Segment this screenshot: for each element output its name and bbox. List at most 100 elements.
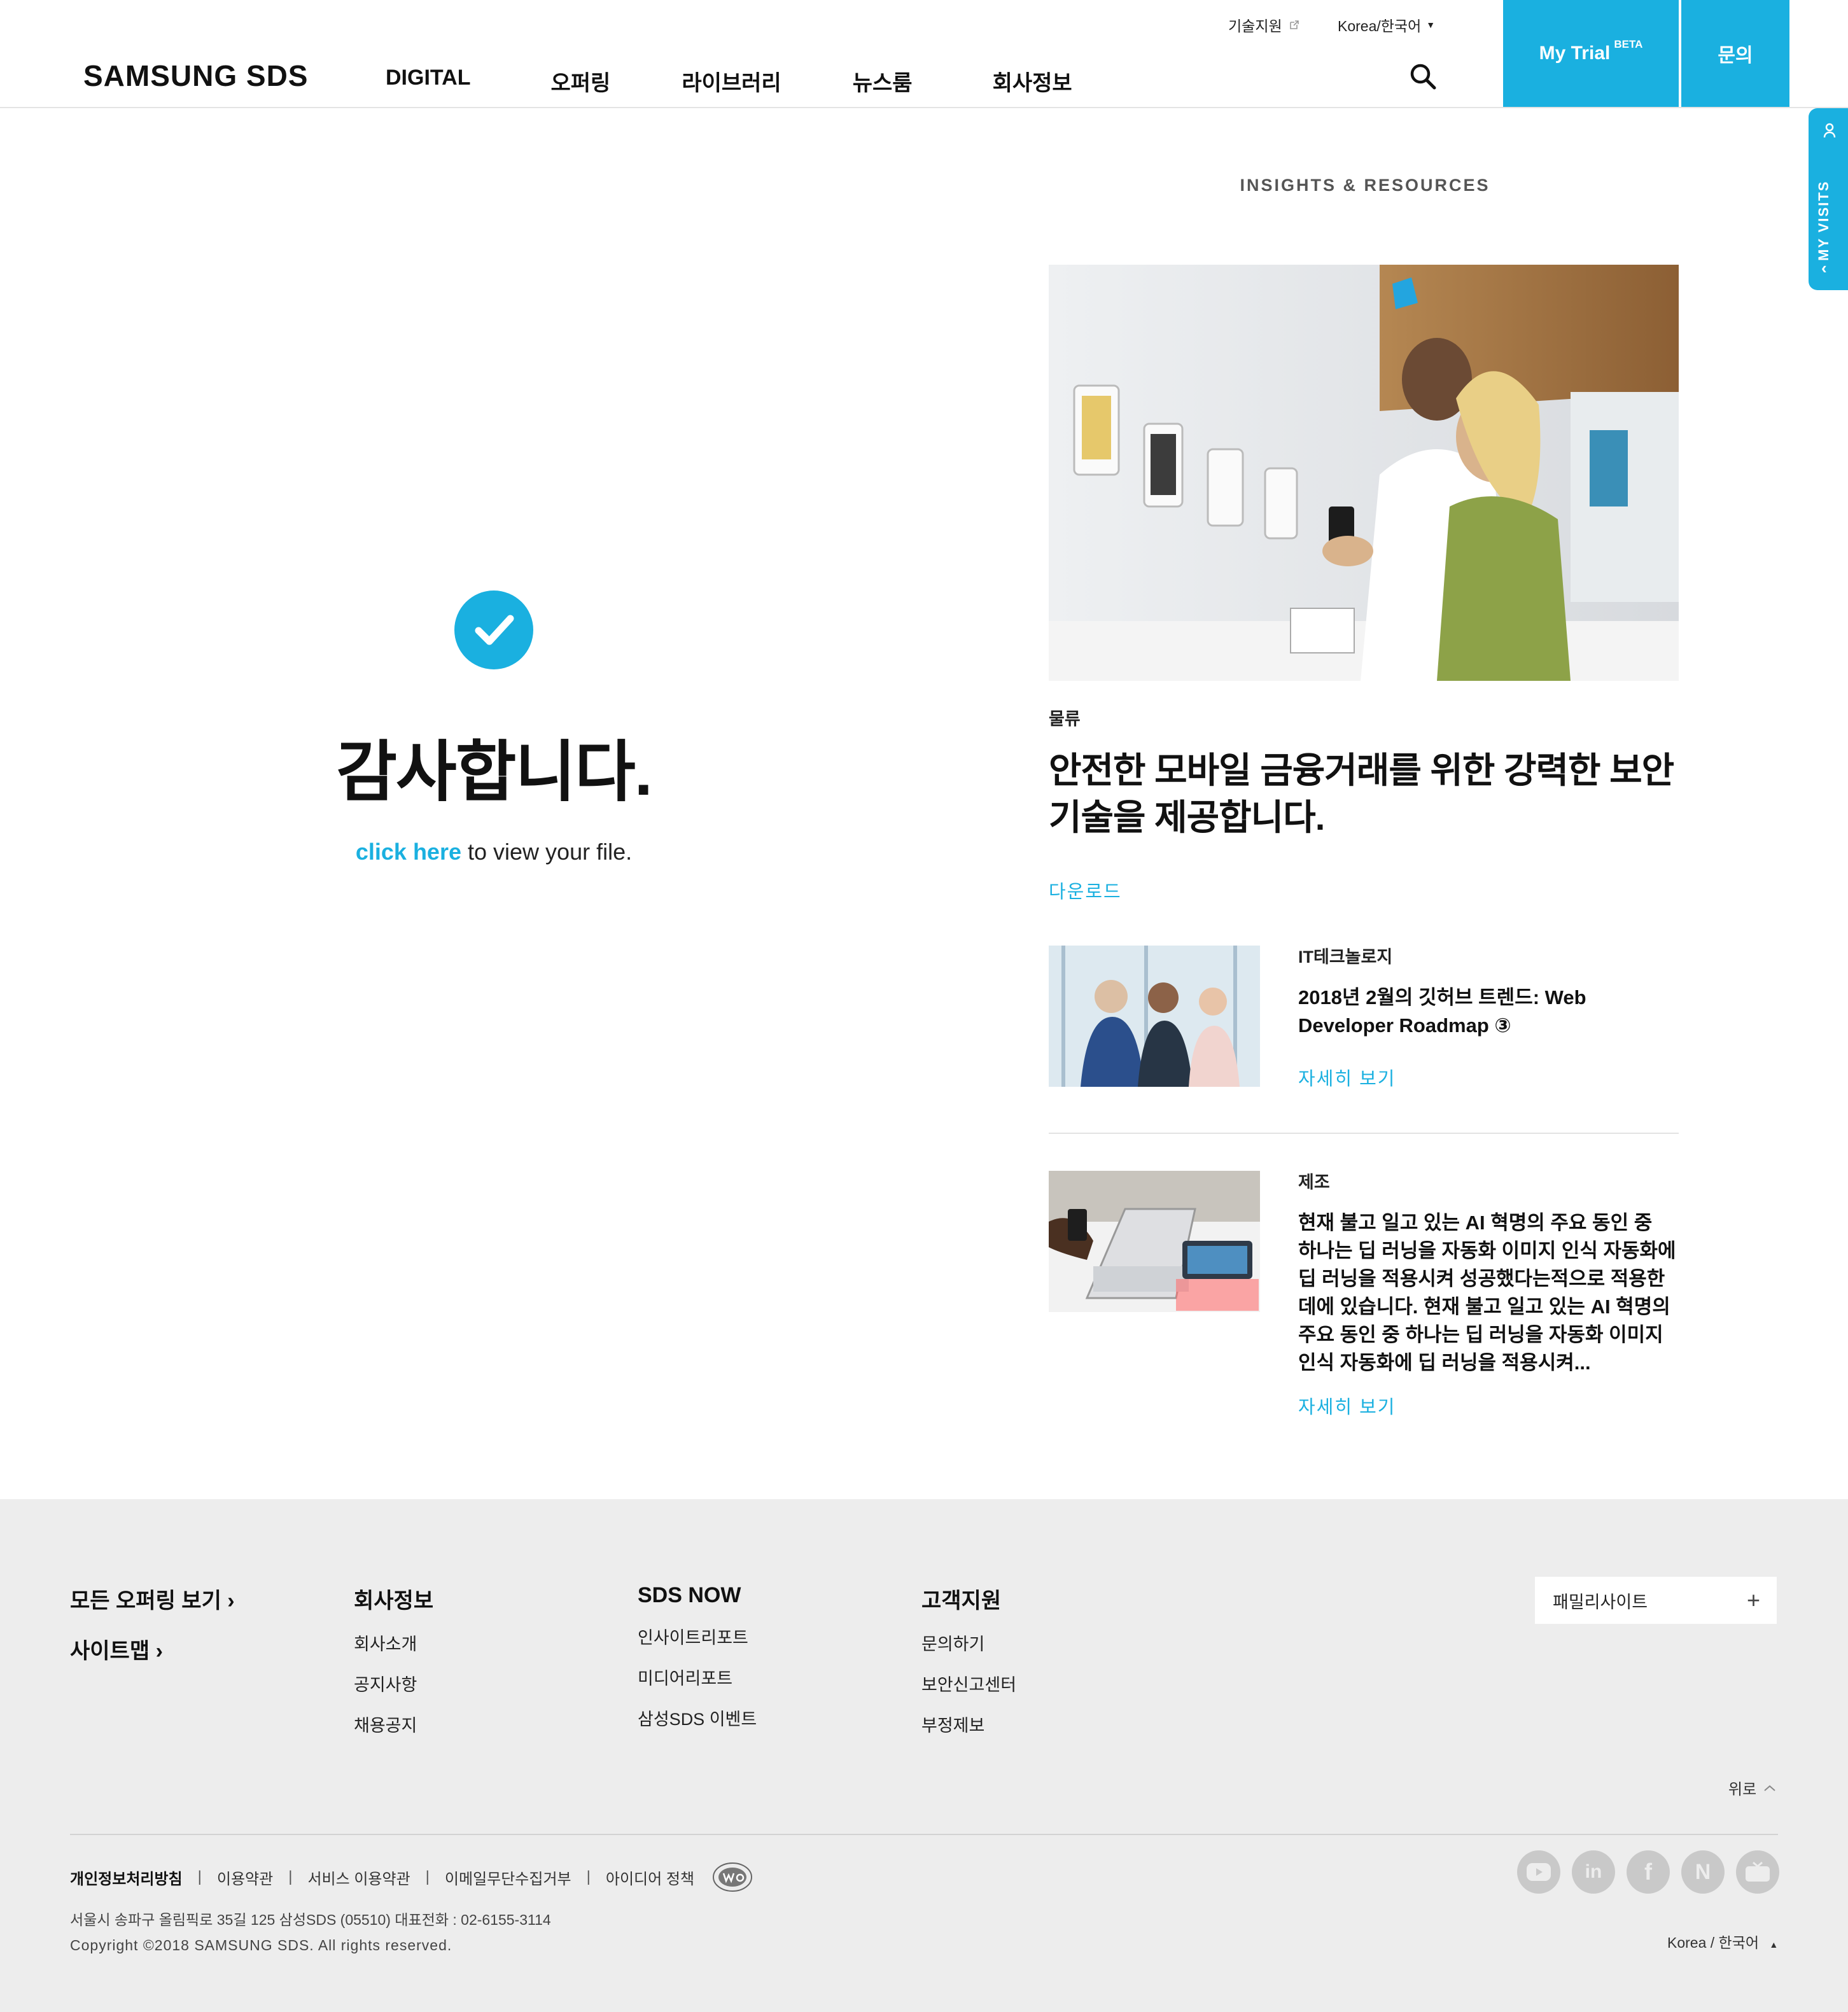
caret-down-icon: ▼	[1426, 20, 1436, 30]
language-label: Korea/한국어	[1338, 18, 1422, 34]
footer-link[interactable]: 삼성SDS 이벤트	[638, 1708, 757, 1730]
footer-col-heading[interactable]: 회사정보	[354, 1583, 433, 1614]
my-visits-label: MY VISITS	[1816, 180, 1831, 261]
click-here-link[interactable]: click here	[356, 839, 461, 865]
article-title-line-1: 2018년 2월의 깃허브 트렌드: Web	[1298, 986, 1586, 1009]
article-title-line-2: Developer Roadmap ③	[1298, 1014, 1511, 1037]
social-links: in f N	[1517, 1850, 1779, 1894]
footer-language-selector[interactable]: Korea / 한국어 ▲	[1667, 1931, 1778, 1952]
family-site-label: 패밀리사이트	[1553, 1592, 1648, 1612]
featured-image[interactable]	[1049, 265, 1679, 681]
footer-link[interactable]: 채용공지	[354, 1715, 433, 1736]
search-icon[interactable]	[1409, 62, 1437, 90]
footer-link[interactable]: 보안신고센터	[921, 1674, 1016, 1696]
beta-badge: BETA	[1614, 38, 1643, 50]
featured-title[interactable]: 안전한 모바일 금융거래를 위한 강력한 보안 기술을 제공합니다.	[1049, 747, 1685, 841]
separator: |	[288, 1868, 293, 1885]
external-link-icon	[1289, 20, 1299, 29]
samsung-sds-logo[interactable]: SAMSUNG SDS	[83, 59, 308, 93]
back-to-top-link[interactable]: 위로	[1728, 1777, 1777, 1799]
read-more-link[interactable]: 자세히 보기	[1298, 1392, 1396, 1419]
idea-policy-link[interactable]: 아이디어 정책	[606, 1866, 694, 1889]
article-title-line-6: 인식 자동화에 딥 러닝을 적용시켜...	[1298, 1352, 1591, 1374]
web-accessibility-badge-icon	[713, 1862, 753, 1892]
footer-link[interactable]: 문의하기	[921, 1633, 1016, 1655]
insights-heading: INSIGHTS & RESOURCES	[1240, 176, 1490, 195]
article-title-line-3: 딥 러닝을 적용시켜 성공했다는적으로 적용한	[1298, 1268, 1665, 1290]
chevron-left-icon: ‹	[1821, 258, 1827, 277]
read-more-link[interactable]: 자세히 보기	[1298, 1064, 1396, 1091]
my-trial-button[interactable]: My Trial BETA	[1503, 0, 1679, 107]
article-thumbnail[interactable]	[1049, 946, 1260, 1087]
footer-link[interactable]: 공지사항	[354, 1674, 433, 1696]
separator: |	[197, 1868, 202, 1885]
nav-item-newsroom[interactable]: 뉴스룸	[853, 66, 913, 97]
article-category: 제조	[1298, 1173, 1330, 1192]
copyright: Copyright ©2018 SAMSUNG SDS. All rights …	[70, 1937, 452, 1953]
sitemap-link[interactable]: 사이트맵 ›	[70, 1633, 235, 1665]
article-category: IT테크놀로지	[1298, 947, 1393, 967]
all-offerings-link[interactable]: 모든 오퍼링 보기 ›	[70, 1583, 235, 1614]
article-title[interactable]: 2018년 2월의 깃허브 트렌드: Web Developer Roadmap…	[1298, 984, 1586, 1040]
footer-col-company: 회사정보 회사소개 공지사항 채용공지	[354, 1583, 433, 1756]
terms-link[interactable]: 이용약관	[217, 1866, 273, 1889]
divider	[1049, 1133, 1679, 1134]
footer-link[interactable]: 인사이트리포트	[638, 1627, 757, 1649]
site-header: SAMSUNG SDS 기술지원 Korea/한국어 ▼ DIGITAL 오퍼링…	[0, 0, 1848, 108]
footer-link[interactable]: 미디어리포트	[638, 1668, 757, 1689]
article-thumbnail[interactable]	[1049, 1171, 1260, 1312]
nav-item-offering[interactable]: 오퍼링	[550, 66, 610, 97]
tech-support-label: 기술지원	[1228, 18, 1282, 34]
language-selector[interactable]: Korea/한국어 ▼	[1338, 14, 1435, 36]
policy-links: 개인정보처리방침 | 이용약관 | 서비스 이용약관 | 이메일무단수집거부 |…	[70, 1862, 753, 1892]
back-to-top-label: 위로	[1728, 1781, 1757, 1798]
footer-divider	[70, 1834, 1778, 1835]
download-message-text: to view your file.	[461, 839, 633, 865]
footer-link[interactable]: 부정제보	[921, 1715, 1016, 1736]
nav-item-library[interactable]: 라이브러리	[682, 66, 781, 97]
chevron-up-icon	[1764, 1785, 1775, 1791]
article-title-line-4: 데에 있습니다. 현재 불고 일고 있는 AI 혁명의	[1298, 1296, 1670, 1318]
tech-support-link[interactable]: 기술지원	[1228, 14, 1300, 36]
my-trial-label: My Trial	[1539, 43, 1611, 64]
nav-item-company[interactable]: 회사정보	[993, 66, 1072, 97]
separator: |	[586, 1868, 591, 1885]
linkedin-icon[interactable]: in	[1572, 1850, 1615, 1894]
my-visits-tab[interactable]: MY VISITS ‹	[1809, 108, 1848, 290]
download-link[interactable]: 다운로드	[1049, 877, 1122, 904]
article-title-line-1: 현재 불고 일고 있는 AI 혁명의 주요 동인 중	[1298, 1212, 1653, 1234]
service-terms-link[interactable]: 서비스 이용약관	[307, 1866, 410, 1889]
article-title-line-2: 하나는 딥 러닝을 자동화 이미지 인식 자동화에	[1298, 1240, 1676, 1262]
caret-up-icon: ▲	[1769, 1939, 1779, 1950]
featured-category: 물류	[1049, 709, 1081, 729]
facebook-icon[interactable]: f	[1627, 1850, 1670, 1894]
company-address: 서울시 송파구 올림픽로 35길 125 삼성SDS (05510) 대표전화 …	[70, 1911, 551, 1928]
news-icon[interactable]	[1736, 1850, 1779, 1894]
separator: |	[425, 1868, 430, 1885]
main-navigation: DIGITAL 오퍼링 라이브러리 뉴스룸 회사정보	[386, 66, 1072, 97]
footprint-icon	[1823, 123, 1836, 138]
article-title-line-5: 주요 동인 중 하나는 딥 러닝을 자동화 이미지	[1298, 1324, 1663, 1346]
thank-you-title: 감사합니다.	[336, 736, 652, 809]
featured-title-line-1: 안전한 모바일 금융거래를 위한 강력한 보안	[1049, 750, 1674, 790]
footer-col-support: 고객지원 문의하기 보안신고센터 부정제보	[921, 1583, 1016, 1756]
nav-item-digital[interactable]: DIGITAL	[386, 66, 470, 97]
featured-title-line-2: 기술을 제공합니다.	[1049, 797, 1325, 837]
footer-link[interactable]: 회사소개	[354, 1633, 433, 1655]
footer-language-label: Korea / 한국어	[1667, 1934, 1760, 1951]
article-title[interactable]: 현재 불고 일고 있는 AI 혁명의 주요 동인 중 하나는 딥 러닝을 자동화…	[1298, 1209, 1676, 1377]
plus-icon: +	[1746, 1587, 1760, 1613]
family-site-dropdown[interactable]: 패밀리사이트 +	[1535, 1577, 1777, 1624]
naver-icon[interactable]: N	[1681, 1850, 1725, 1894]
success-check-icon	[454, 590, 533, 669]
youtube-icon[interactable]	[1517, 1850, 1560, 1894]
footer-col-heading[interactable]: SDS NOW	[638, 1583, 757, 1608]
privacy-policy-link[interactable]: 개인정보처리방침	[70, 1866, 183, 1889]
contact-button[interactable]: 문의	[1681, 0, 1789, 107]
site-footer	[0, 1499, 1848, 2012]
footer-col-heading[interactable]: 고객지원	[921, 1583, 1016, 1614]
email-policy-link[interactable]: 이메일무단수집거부	[445, 1866, 571, 1889]
footer-col-sds-now: SDS NOW 인사이트리포트 미디어리포트 삼성SDS 이벤트	[638, 1583, 757, 1749]
download-message: click here to view your file.	[0, 839, 988, 865]
footer-quick-links: 모든 오퍼링 보기 › 사이트맵 ›	[70, 1583, 235, 1684]
